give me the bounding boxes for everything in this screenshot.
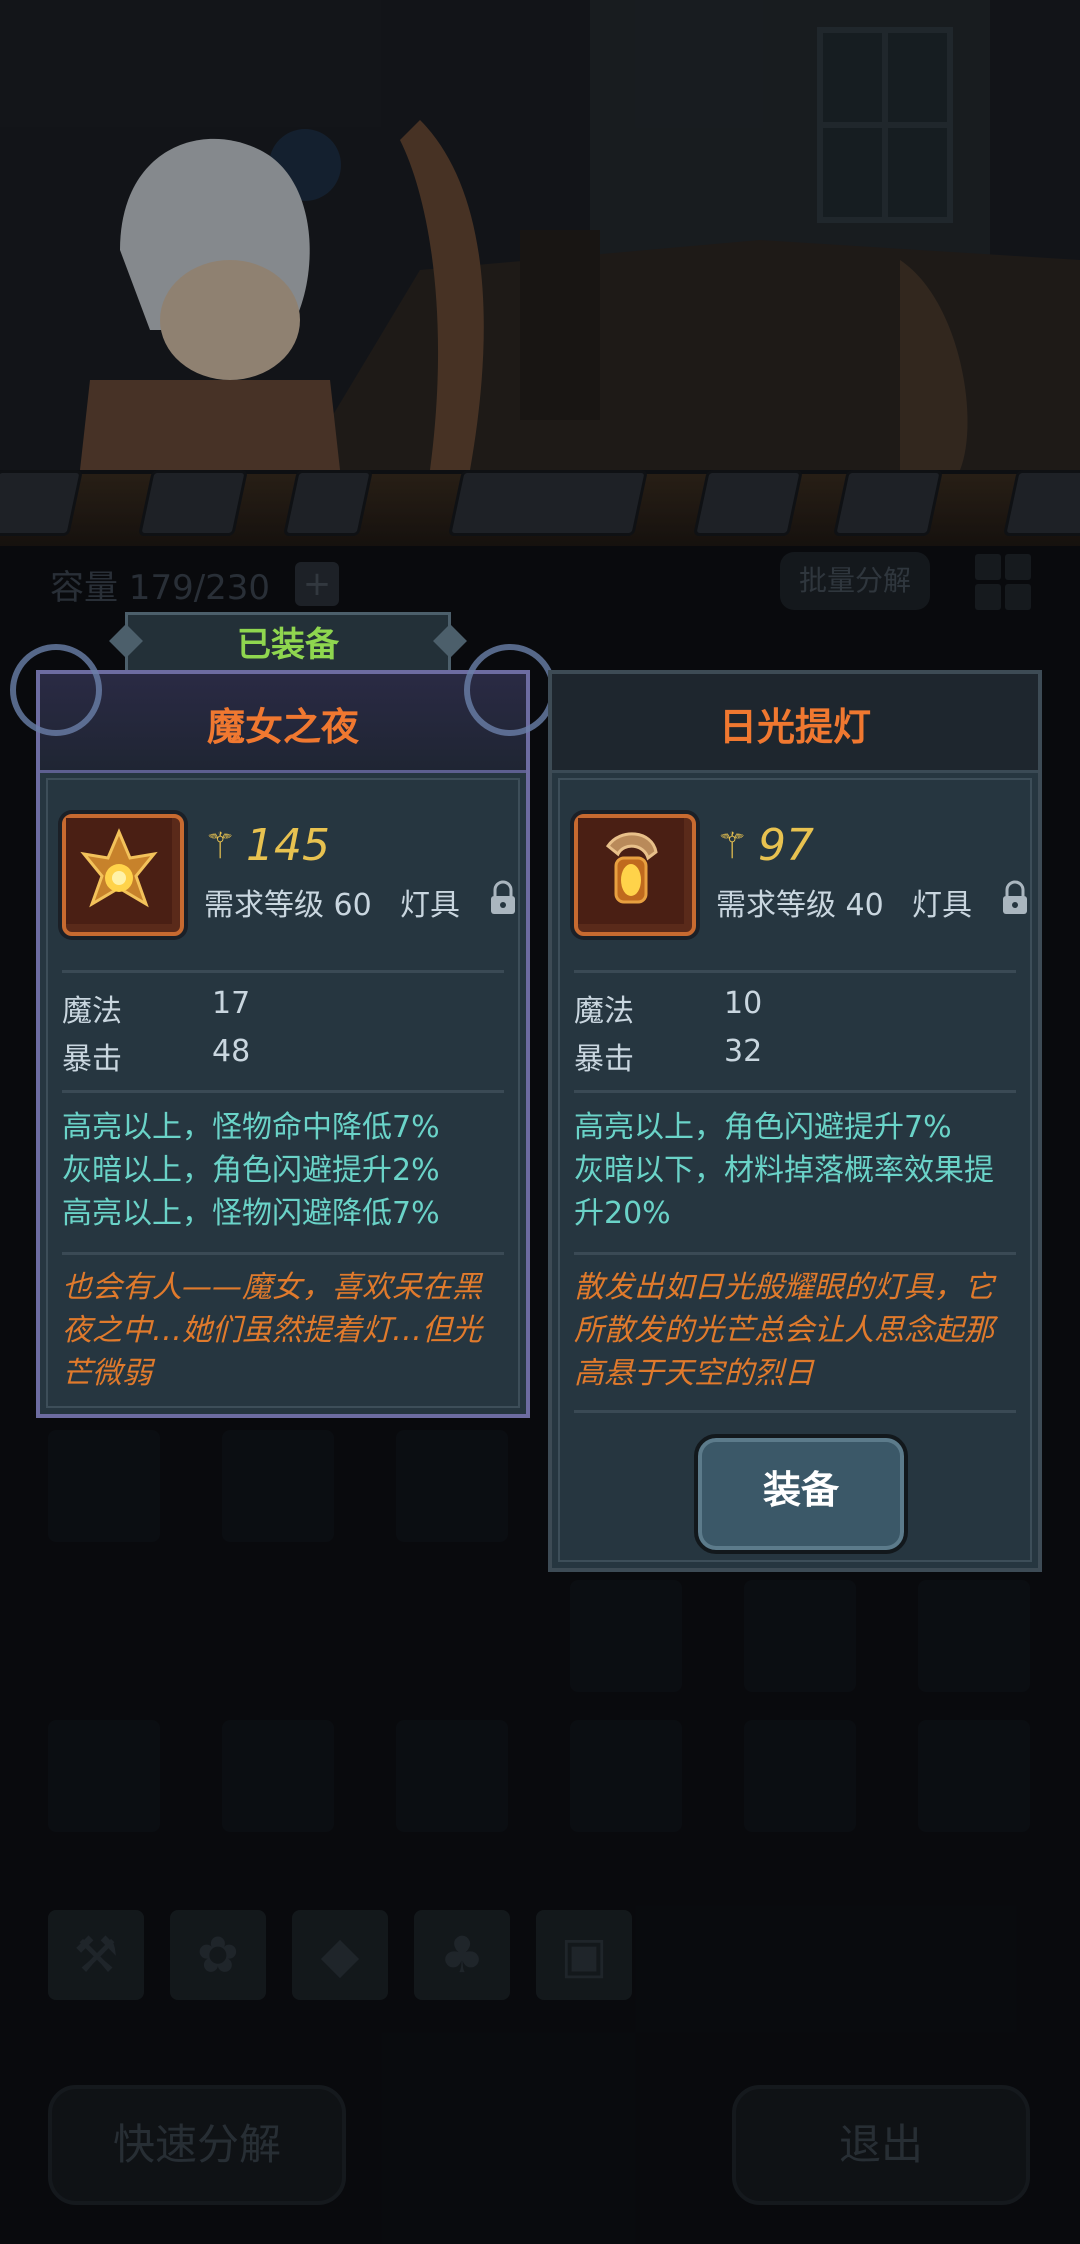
stat-name: 魔法: [62, 994, 122, 1029]
flavor-text: 散发出如日光般耀眼的灯具，它 所散发的光芒总会让人思念起那 高悬于天空的烈日: [574, 1266, 1020, 1395]
equipped-item-card: 魔女之夜 ⚚ 145 需求等级 60 灯具 魔法 17 暴击 48 高亮以上，怪…: [10, 644, 556, 1418]
leaf-icon[interactable]: ♣: [414, 1910, 510, 2000]
stat-name: 暴击: [62, 1042, 122, 1077]
effect-list: 高亮以上，怪物命中降低7% 灰暗以上，角色闪避提升2% 高亮以上，怪物闪避降低7…: [62, 1106, 508, 1235]
divider: [574, 1252, 1016, 1255]
inventory-slot[interactable]: [396, 1430, 508, 1542]
expand-capacity-button[interactable]: +: [295, 562, 339, 606]
paw-icon[interactable]: ✿: [170, 1910, 266, 2000]
item-name: 魔女之夜: [206, 705, 359, 749]
inventory-slot[interactable]: [222, 1720, 334, 1832]
stone-block: [832, 470, 944, 536]
weapon-icon[interactable]: ⚒: [48, 1910, 144, 2000]
stat-value: 48: [212, 1034, 251, 1069]
divider: [62, 1252, 504, 1255]
item-power: 97: [758, 820, 814, 871]
grid-view-icon[interactable]: [975, 554, 1031, 610]
scene-illustration: [0, 0, 1080, 540]
flavor-line: 夜之中…她们虽然提着灯…但光: [62, 1313, 482, 1348]
divider: [574, 1090, 1016, 1093]
effect-line: 高亮以上，角色闪避提升7%: [574, 1110, 952, 1145]
card-header: 日光提灯: [552, 674, 1038, 773]
item-type: 灯具: [400, 888, 460, 923]
capacity-label: 容量 179/230: [50, 568, 271, 608]
inventory-slot[interactable]: [222, 1430, 334, 1542]
equip-button[interactable]: 装备: [694, 1434, 908, 1554]
equipped-label: 已装备: [237, 625, 339, 665]
effect-list: 高亮以上，角色闪避提升7% 灰暗以下，材料掉落概率效果提 升20%: [574, 1106, 1020, 1235]
flavor-line: 也会有人——魔女，喜欢呆在黑: [62, 1270, 482, 1305]
witch-night-lantern-icon: [62, 814, 184, 936]
item-name: 日光提灯: [718, 705, 871, 749]
stat-name: 魔法: [574, 994, 634, 1029]
stone-block: [282, 470, 374, 536]
inventory-slot[interactable]: [918, 1580, 1030, 1692]
exit-button[interactable]: 退出: [732, 2085, 1030, 2205]
lock-icon[interactable]: [488, 880, 518, 916]
effect-line: 灰暗以下，材料掉落概率效果提: [574, 1153, 994, 1188]
sunlight-lantern-icon: [574, 814, 696, 936]
equipped-tag: 已装备: [125, 612, 451, 678]
inventory-slot[interactable]: [396, 1720, 508, 1832]
inventory-slot[interactable]: [48, 1720, 160, 1832]
candidate-item-card: 日光提灯 ⚚ 97 需求等级 40 灯具 魔法 10 暴击 32 高亮以上，角色…: [548, 670, 1042, 1572]
inventory-slot[interactable]: [744, 1720, 856, 1832]
stat-value: 10: [724, 986, 763, 1021]
item-power: 145: [246, 820, 330, 871]
stone-block: [0, 470, 84, 536]
effect-line: 灰暗以上，角色闪避提升2%: [62, 1153, 440, 1188]
divider: [62, 970, 504, 973]
power-icon: ⚚: [716, 826, 749, 867]
inventory-slot[interactable]: [570, 1580, 682, 1692]
required-level: 需求等级 60: [204, 888, 372, 923]
gem-icon[interactable]: ◆: [292, 1910, 388, 2000]
flavor-line: 所散发的光芒总会让人思念起那: [574, 1313, 994, 1348]
divider: [62, 1090, 504, 1093]
flavor-line: 高悬于天空的烈日: [574, 1356, 814, 1391]
flavor-line: 散发出如日光般耀眼的灯具，它: [574, 1270, 994, 1305]
flavor-text: 也会有人——魔女，喜欢呆在黑 夜之中…她们虽然提着灯…但光 芒微弱: [62, 1266, 508, 1395]
stat-value: 17: [212, 986, 251, 1021]
quick-decompose-button[interactable]: 快速分解: [48, 2085, 346, 2205]
batch-decompose-button[interactable]: 批量分解: [780, 552, 930, 610]
effect-line: 升20%: [574, 1196, 671, 1231]
effect-line: 高亮以上，怪物闪避降低7%: [62, 1196, 440, 1231]
card-header: 魔女之夜: [10, 644, 556, 773]
power-icon: ⚚: [204, 826, 237, 867]
stone-block: [1002, 470, 1080, 536]
stone-block: [692, 470, 804, 536]
inventory-slot[interactable]: [744, 1580, 856, 1692]
stat-value: 32: [724, 1034, 763, 1069]
inventory-slot[interactable]: [918, 1720, 1030, 1832]
required-level: 需求等级 40: [716, 888, 884, 923]
item-type: 灯具: [912, 888, 972, 923]
divider: [574, 970, 1016, 973]
stone-block: [447, 470, 649, 536]
stat-name: 暴击: [574, 1042, 634, 1077]
lock-icon[interactable]: [1000, 880, 1030, 916]
inventory-slot[interactable]: [570, 1720, 682, 1832]
inventory-slot[interactable]: [48, 1430, 160, 1542]
flavor-line: 芒微弱: [62, 1356, 152, 1391]
stone-block: [137, 470, 249, 536]
character-scene: [0, 0, 1080, 540]
chest-icon[interactable]: ▣: [536, 1910, 632, 2000]
effect-line: 高亮以上，怪物命中降低7%: [62, 1110, 440, 1145]
divider: [574, 1410, 1016, 1413]
